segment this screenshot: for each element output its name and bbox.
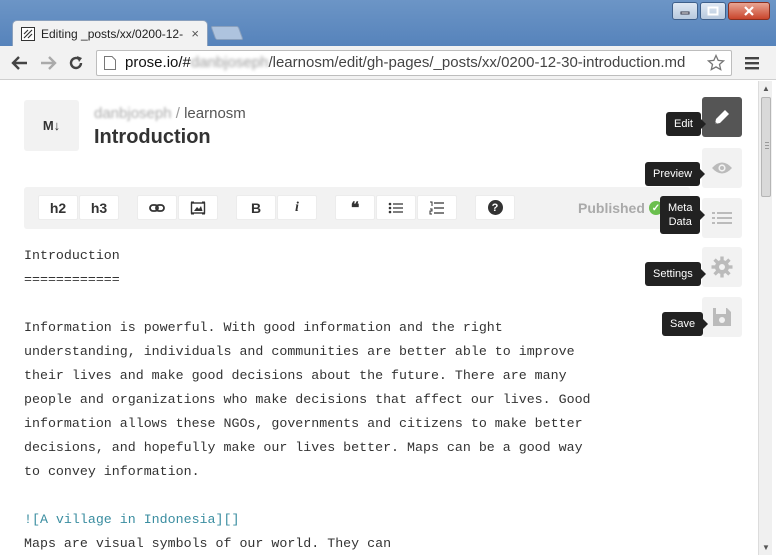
content-heading-line: Introduction <box>24 248 120 263</box>
new-tab-button[interactable] <box>210 26 244 40</box>
link-button[interactable] <box>137 195 177 220</box>
bullet-list-icon <box>388 202 403 213</box>
scroll-down-icon[interactable]: ▼ <box>762 543 770 552</box>
save-disk-icon <box>713 308 731 326</box>
hamburger-icon <box>745 56 759 69</box>
scroll-grip <box>765 148 769 149</box>
window-titlebar: Editing _posts/xx/0200-12- × <box>0 0 776 46</box>
content-paragraph-2: Maps are visual symbols of our world. Th… <box>24 536 392 551</box>
bold-button[interactable]: B <box>236 195 276 220</box>
prose-favicon-icon <box>21 26 35 41</box>
save-button[interactable] <box>702 297 742 337</box>
bullet-list-button[interactable] <box>376 195 416 220</box>
tab-title: Editing _posts/xx/0200-12- <box>41 26 184 41</box>
prose-editor-page: M↓ danbjoseph / learnosm Introduction h2… <box>8 81 758 555</box>
save-tooltip: Save <box>662 312 709 336</box>
metadata-tooltip: Meta Data <box>660 196 707 234</box>
breadcrumb-user[interactable]: danbjoseph <box>94 105 172 122</box>
back-button[interactable] <box>6 49 34 77</box>
maximize-icon <box>707 6 719 16</box>
preview-tooltip: Preview <box>645 162 706 186</box>
page-scrollbar[interactable]: ▲ ▼ <box>758 81 772 555</box>
edit-button[interactable] <box>702 97 742 137</box>
numbered-list-icon <box>429 201 444 214</box>
pencil-icon <box>715 110 729 124</box>
close-window-button[interactable] <box>728 2 770 20</box>
help-icon: ? <box>487 200 503 215</box>
reload-icon <box>69 55 83 69</box>
content-heading-underline: ============ <box>24 272 120 287</box>
scroll-grip <box>765 142 769 143</box>
page-icon <box>104 55 116 70</box>
numbered-list-button[interactable] <box>417 195 457 220</box>
url-path: /learnosm/edit/gh-pages/_posts/xx/0200-1… <box>268 54 686 71</box>
metadata-list-icon <box>712 212 732 224</box>
forward-button[interactable] <box>34 49 62 77</box>
gear-icon <box>711 256 733 278</box>
markdown-file-icon: M↓ <box>24 100 79 151</box>
link-icon <box>149 203 165 212</box>
eye-icon <box>712 162 732 174</box>
scroll-thumb[interactable] <box>761 97 771 197</box>
back-arrow-icon <box>11 55 27 70</box>
document-title[interactable]: Introduction <box>94 126 211 149</box>
settings-tooltip: Settings <box>645 262 706 286</box>
minimize-icon <box>680 11 690 15</box>
url-host: prose.io/# <box>125 54 191 71</box>
quote-button[interactable]: ❝ <box>335 195 375 220</box>
close-icon <box>744 6 754 16</box>
edit-tooltip: Edit <box>666 112 706 136</box>
publish-status[interactable]: Published ✓ <box>578 200 663 216</box>
breadcrumb-separator: / <box>175 105 180 122</box>
metadata-button[interactable] <box>702 198 742 238</box>
content-paragraph: Information is powerful. With good infor… <box>24 320 591 479</box>
browser-toolbar: prose.io/# danbjoseph/learnosm/edit/gh-pa… <box>0 46 776 80</box>
address-bar[interactable]: prose.io/# danbjoseph/learnosm/edit/gh-pa… <box>96 49 732 76</box>
image-button[interactable] <box>178 195 218 220</box>
editor-toolbar: h2 h3 B i ❝ ? Published ✓ <box>24 187 690 229</box>
breadcrumb: danbjoseph / learnosm <box>94 105 246 122</box>
browser-tab[interactable]: Editing _posts/xx/0200-12- × <box>12 20 208 46</box>
publish-status-label: Published <box>578 200 645 216</box>
h2-button[interactable]: h2 <box>38 195 78 220</box>
url-user: danbjoseph <box>190 54 269 71</box>
scroll-up-icon[interactable]: ▲ <box>762 84 770 93</box>
forward-arrow-icon <box>41 55 57 70</box>
scroll-grip <box>765 145 769 146</box>
content-image-link: ![A village in Indonesia][] <box>24 512 240 527</box>
help-button[interactable]: ? <box>475 195 515 220</box>
breadcrumb-repo[interactable]: learnosm <box>184 105 246 122</box>
markdown-editor[interactable]: Introduction ============ Information is p… <box>24 244 664 555</box>
settings-button[interactable] <box>702 247 742 287</box>
h3-button[interactable]: h3 <box>79 195 119 220</box>
preview-button[interactable] <box>702 148 742 188</box>
image-icon <box>190 201 206 214</box>
minimize-button[interactable] <box>672 2 698 20</box>
tab-close-icon[interactable]: × <box>191 26 199 41</box>
italic-button[interactable]: i <box>277 195 317 220</box>
bookmark-star-icon[interactable] <box>707 53 725 72</box>
browser-menu-button[interactable] <box>740 51 764 75</box>
maximize-button[interactable] <box>700 2 726 20</box>
reload-button[interactable] <box>62 49 90 77</box>
window-controls <box>672 2 770 20</box>
